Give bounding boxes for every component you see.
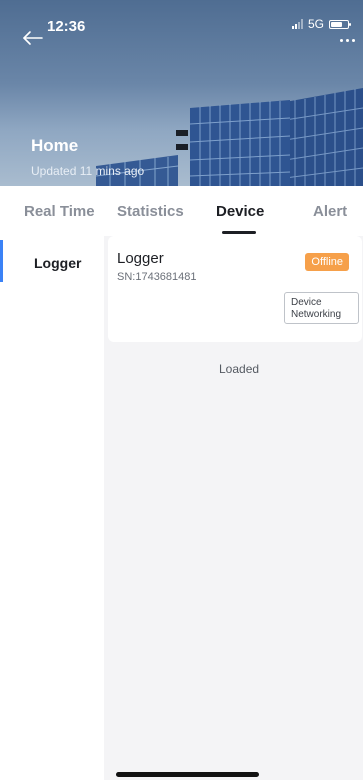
device-networking-button[interactable]: Device Networking xyxy=(284,292,359,324)
device-networking-label-line1: Device xyxy=(291,297,322,308)
device-card[interactable]: Logger SN:1743681481 Offline Device Netw… xyxy=(108,236,362,342)
loaded-status: Loaded xyxy=(219,362,260,376)
network-label: 5G xyxy=(307,17,324,31)
sidebar-item-logger[interactable]: Logger xyxy=(0,236,104,286)
status-time: 12:36 xyxy=(47,18,86,35)
device-serial: SN:1743681481 xyxy=(117,271,197,283)
tab-real-time[interactable]: Real Time xyxy=(24,203,95,220)
more-dots-icon[interactable] xyxy=(340,39,355,42)
tab-device[interactable]: Device xyxy=(216,203,264,220)
selected-indicator xyxy=(0,240,3,282)
status-indicators: 5G xyxy=(291,17,351,31)
active-tab-indicator xyxy=(222,231,256,234)
back-arrow-icon[interactable] xyxy=(22,30,44,46)
home-indicator[interactable] xyxy=(116,772,259,777)
page-title: Home xyxy=(31,136,79,155)
signal-icon xyxy=(291,19,303,29)
tab-bar: Real Time Statistics Device Alert xyxy=(0,186,363,236)
tab-alert[interactable]: Alert xyxy=(313,203,347,220)
status-badge: Offline xyxy=(305,253,349,271)
hero-header: 12:36 5G Home Updated 11 mins ago xyxy=(0,0,363,186)
updated-time: Updated 11 mins ago xyxy=(31,164,145,178)
device-category-sidebar: Logger xyxy=(0,236,104,780)
tab-statistics[interactable]: Statistics xyxy=(117,203,184,220)
battery-icon xyxy=(329,19,351,29)
device-networking-label-line2: Networking xyxy=(291,309,342,320)
sidebar-item-label: Logger xyxy=(34,255,82,271)
device-name: Logger xyxy=(117,250,164,267)
